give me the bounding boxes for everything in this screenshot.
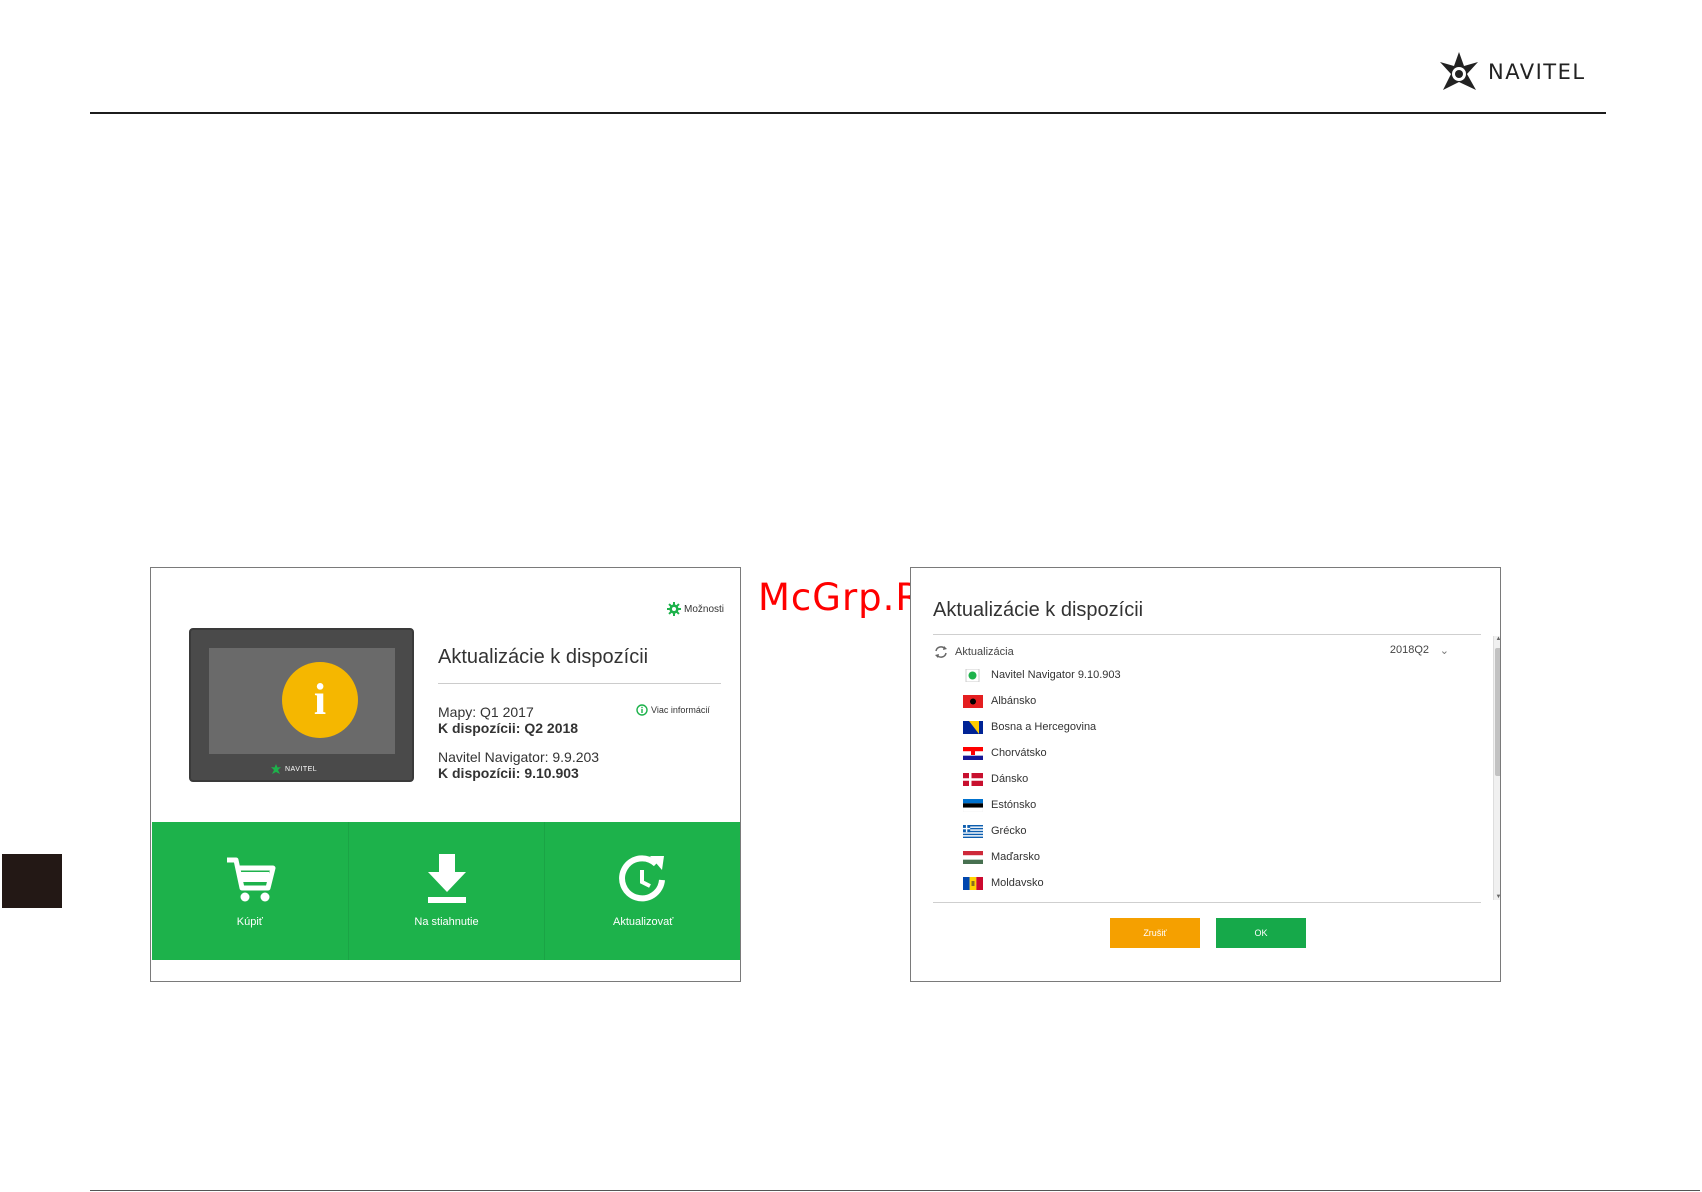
- list-item[interactable]: Grécko: [963, 818, 1443, 844]
- item-label: Estónsko: [991, 799, 1037, 811]
- navitel-logo-icon: [1440, 52, 1478, 90]
- item-label: Maďarsko: [991, 851, 1040, 863]
- options-label: Možnosti: [683, 603, 724, 615]
- device-screen: i: [209, 648, 395, 754]
- brand-name: NAVITEL: [1488, 60, 1586, 84]
- item-label: Chorvátsko: [991, 747, 1047, 759]
- moldova-flag: [963, 876, 983, 890]
- croatia-flag: [963, 746, 983, 760]
- more-info-label: Viac informácií: [651, 705, 710, 715]
- list-item[interactable]: Dánsko: [963, 766, 1443, 792]
- download-icon: [427, 854, 466, 903]
- update-button[interactable]: Aktualizovať: [544, 822, 740, 960]
- update-selection-dialog: Aktualizácie k dispozícii Aktualizácia 2…: [910, 567, 1501, 982]
- list-item[interactable]: Estónsko: [963, 792, 1443, 818]
- item-label: Grécko: [991, 825, 1027, 837]
- hungary-flag: [963, 850, 983, 864]
- navitel-app-icon: [965, 668, 980, 682]
- gear-icon: [666, 602, 681, 616]
- dialog-title-divider: [933, 634, 1481, 635]
- item-label: Navitel Navigator 9.10.903: [991, 669, 1121, 681]
- refresh-icon: [619, 855, 666, 902]
- list-item[interactable]: Moldavsko: [963, 870, 1443, 896]
- item-label: Dánsko: [991, 773, 1029, 785]
- update-group-header[interactable]: Aktualizácia 2018Q2 ⌄: [933, 644, 1463, 660]
- footer-divider: [90, 1190, 1700, 1191]
- list-item[interactable]: Bosna a Hercegovina: [963, 714, 1443, 740]
- update-list: Navitel Navigator 9.10.903 Albánsko Bosn…: [963, 662, 1443, 896]
- list-item[interactable]: Maďarsko: [963, 844, 1443, 870]
- navitel-brand: NAVITEL: [1438, 48, 1586, 96]
- update-label: Aktualizovať: [612, 916, 674, 928]
- section-tab-marker: [2, 854, 62, 908]
- denmark-flag: [963, 772, 983, 786]
- navigator-current-version: Navitel Navigator: 9.9.203: [438, 749, 600, 765]
- more-info-link[interactable]: Viac informácií: [636, 704, 710, 716]
- device-logo: NAVITEL: [271, 764, 317, 774]
- scroll-up-icon[interactable]: ▲: [1494, 636, 1500, 642]
- device-illustration: i NAVITEL: [189, 628, 414, 782]
- dialog-footer-divider: [933, 902, 1481, 903]
- maps-available-version: K dispozícii: Q2 2018: [438, 720, 579, 736]
- list-item[interactable]: Chorvátsko: [963, 740, 1443, 766]
- cancel-button[interactable]: Zrušiť: [1110, 918, 1200, 948]
- greece-flag: [963, 824, 983, 838]
- cart-icon: [226, 857, 276, 902]
- updates-title: Aktualizácie k dispozícii: [438, 646, 649, 668]
- ok-button[interactable]: OK: [1216, 918, 1306, 948]
- update-group-label: Aktualizácia: [955, 646, 1014, 658]
- buy-button[interactable]: Kúpiť: [152, 822, 348, 960]
- scrollbar-thumb[interactable]: [1495, 648, 1500, 776]
- device-logo-text: NAVITEL: [285, 765, 318, 773]
- page: NAVITEL McGrp.Ru Možnosti i NAVITEL Aktu…: [0, 0, 1702, 1192]
- navitel-mini-logo-icon: [271, 764, 281, 774]
- chevron-down-icon[interactable]: ⌄: [1440, 644, 1449, 657]
- download-button[interactable]: Na stiahnutie: [347, 822, 545, 960]
- title-divider: [438, 683, 721, 684]
- albania-flag: [963, 694, 983, 708]
- list-item[interactable]: Albánsko: [963, 688, 1443, 714]
- options-link[interactable]: Možnosti: [666, 602, 724, 616]
- item-label: Moldavsko: [991, 877, 1044, 889]
- navigator-available-version: K dispozícii: 9.10.903: [438, 765, 579, 781]
- item-label: Bosna a Hercegovina: [991, 721, 1097, 733]
- download-label: Na stiahnutie: [414, 916, 479, 928]
- item-label: Albánsko: [991, 695, 1037, 707]
- info-circle-icon: [636, 704, 648, 716]
- buy-label: Kúpiť: [236, 916, 263, 928]
- scroll-down-icon[interactable]: ▼: [1494, 894, 1500, 900]
- estonia-flag: [963, 798, 983, 812]
- version-select[interactable]: 2018Q2: [1390, 644, 1429, 656]
- list-item[interactable]: Navitel Navigator 9.10.903: [963, 662, 1443, 688]
- bosnia-flag: [963, 720, 983, 734]
- main-update-screen: Možnosti i NAVITEL Aktualizácie k dispoz…: [150, 567, 741, 982]
- maps-current-version: Mapy: Q1 2017: [438, 704, 534, 720]
- header-divider: [90, 112, 1606, 114]
- sync-icon: [935, 646, 947, 658]
- dialog-title: Aktualizácie k dispozícii: [933, 599, 1144, 621]
- action-bar: Kúpiť Na stiahnutie Aktualizovať: [152, 822, 740, 960]
- list-scrollbar[interactable]: ▲ ▼: [1493, 636, 1500, 900]
- info-icon: i: [282, 662, 358, 738]
